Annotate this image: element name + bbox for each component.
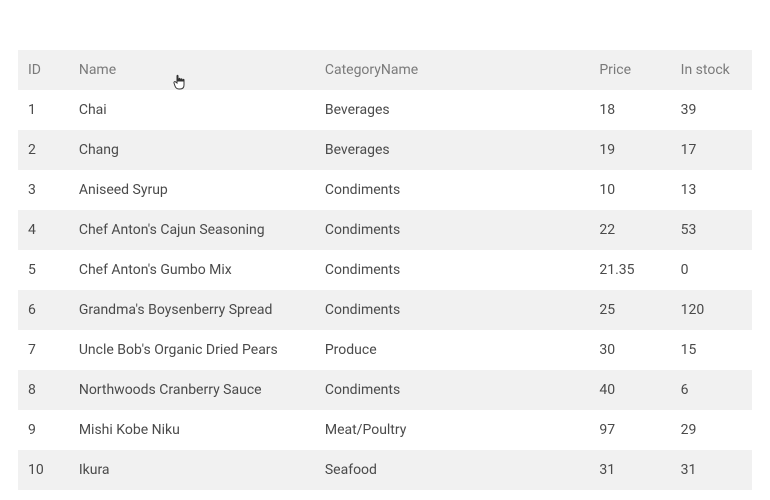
table-row[interactable]: 10IkuraSeafood3131 [18, 450, 752, 490]
cell-price: 21.35 [589, 250, 670, 290]
cell-price: 25 [589, 290, 670, 330]
cell-stock: 39 [671, 90, 752, 130]
table-row[interactable]: 2ChangBeverages1917 [18, 130, 752, 170]
table-row[interactable]: 5Chef Anton's Gumbo MixCondiments21.350 [18, 250, 752, 290]
cell-id: 4 [18, 210, 69, 250]
products-table[interactable]: ID Name CategoryName Price In stock 1Cha… [18, 50, 752, 490]
cell-category: Beverages [315, 130, 589, 170]
cell-name: Grandma's Boysenberry Spread [69, 290, 315, 330]
cell-price: 18 [589, 90, 670, 130]
cell-category: Condiments [315, 210, 589, 250]
table-body: 1ChaiBeverages18392ChangBeverages19173An… [18, 90, 752, 490]
table-row[interactable]: 8Northwoods Cranberry SauceCondiments406 [18, 370, 752, 410]
cell-stock: 6 [671, 370, 752, 410]
cell-name: Northwoods Cranberry Sauce [69, 370, 315, 410]
table-row[interactable]: 7Uncle Bob's Organic Dried PearsProduce3… [18, 330, 752, 370]
cell-category: Beverages [315, 90, 589, 130]
cell-name: Chef Anton's Cajun Seasoning [69, 210, 315, 250]
cell-id: 2 [18, 130, 69, 170]
cell-price: 30 [589, 330, 670, 370]
cell-price: 22 [589, 210, 670, 250]
cell-id: 8 [18, 370, 69, 410]
cell-category: Condiments [315, 370, 589, 410]
cell-id: 9 [18, 410, 69, 450]
cell-name: Chai [69, 90, 315, 130]
cell-stock: 120 [671, 290, 752, 330]
cell-id: 1 [18, 90, 69, 130]
cell-price: 19 [589, 130, 670, 170]
table-row[interactable]: 9Mishi Kobe NikuMeat/Poultry9729 [18, 410, 752, 450]
cell-id: 7 [18, 330, 69, 370]
cell-category: Condiments [315, 290, 589, 330]
cell-category: Condiments [315, 250, 589, 290]
cell-name: Chef Anton's Gumbo Mix [69, 250, 315, 290]
cell-stock: 15 [671, 330, 752, 370]
cell-price: 97 [589, 410, 670, 450]
cell-id: 3 [18, 170, 69, 210]
cell-stock: 17 [671, 130, 752, 170]
cell-id: 5 [18, 250, 69, 290]
cell-name: Ikura [69, 450, 315, 490]
cell-price: 31 [589, 450, 670, 490]
header-name[interactable]: Name [69, 50, 315, 90]
table-row[interactable]: 1ChaiBeverages1839 [18, 90, 752, 130]
cell-name: Chang [69, 130, 315, 170]
cell-category: Produce [315, 330, 589, 370]
cell-category: Meat/Poultry [315, 410, 589, 450]
cell-price: 40 [589, 370, 670, 410]
cell-category: Seafood [315, 450, 589, 490]
header-category[interactable]: CategoryName [315, 50, 589, 90]
cell-name: Mishi Kobe Niku [69, 410, 315, 450]
cell-stock: 13 [671, 170, 752, 210]
header-price[interactable]: Price [589, 50, 670, 90]
header-id[interactable]: ID [18, 50, 69, 90]
cell-price: 10 [589, 170, 670, 210]
cell-name: Aniseed Syrup [69, 170, 315, 210]
cell-stock: 0 [671, 250, 752, 290]
cell-stock: 31 [671, 450, 752, 490]
cell-id: 6 [18, 290, 69, 330]
cell-stock: 29 [671, 410, 752, 450]
table-row[interactable]: 4Chef Anton's Cajun SeasoningCondiments2… [18, 210, 752, 250]
cell-name: Uncle Bob's Organic Dried Pears [69, 330, 315, 370]
header-stock[interactable]: In stock [671, 50, 752, 90]
table-row[interactable]: 6Grandma's Boysenberry SpreadCondiments2… [18, 290, 752, 330]
cell-stock: 53 [671, 210, 752, 250]
cell-id: 10 [18, 450, 69, 490]
cell-category: Condiments [315, 170, 589, 210]
table-row[interactable]: 3Aniseed SyrupCondiments1013 [18, 170, 752, 210]
table-header: ID Name CategoryName Price In stock [18, 50, 752, 90]
